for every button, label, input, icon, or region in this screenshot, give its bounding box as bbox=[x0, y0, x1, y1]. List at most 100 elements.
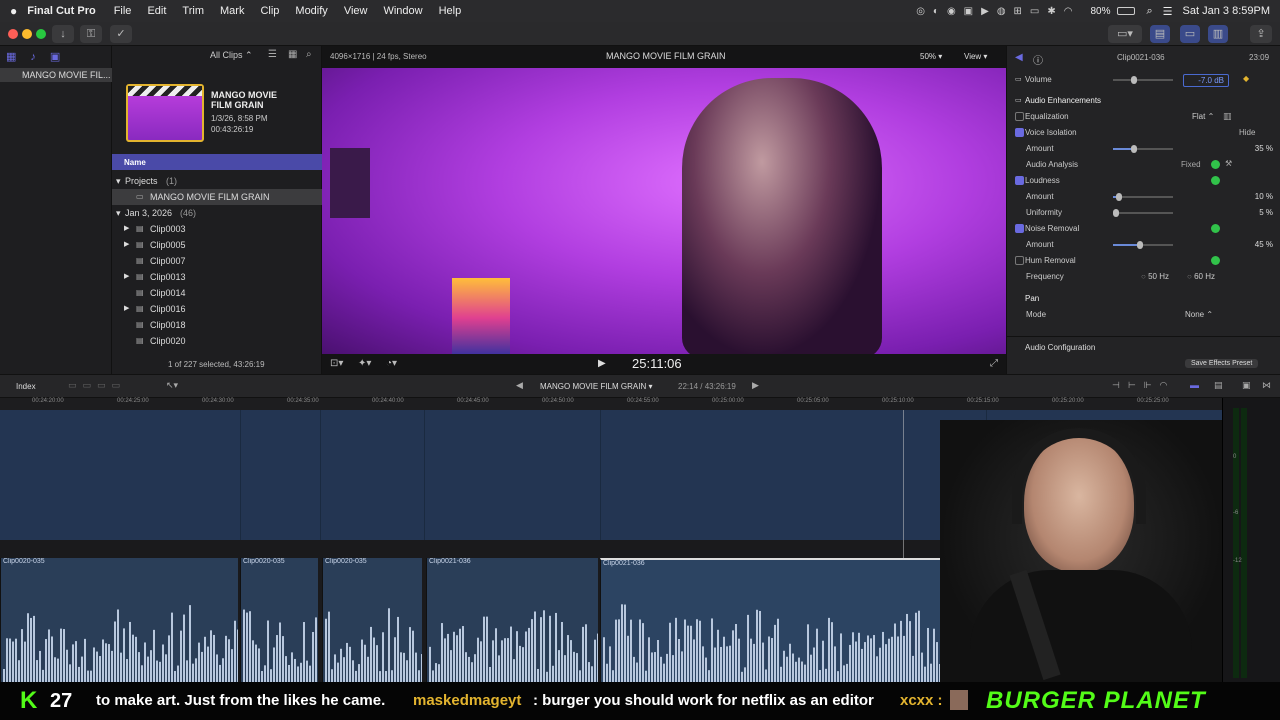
save-effects-preset-button[interactable]: Save Effects Preset bbox=[1185, 359, 1259, 368]
hide-button[interactable]: Hide bbox=[1239, 128, 1255, 137]
freq-50-option[interactable]: ○ 50 Hz bbox=[1141, 272, 1169, 281]
effects-browser-icon[interactable]: ▣ bbox=[1242, 380, 1251, 391]
menu-clip[interactable]: Clip bbox=[260, 5, 279, 17]
browser-clip-row[interactable]: ▶ ▤ Clip0013 bbox=[112, 269, 322, 285]
audio-tab-icon[interactable]: ◀ bbox=[1015, 52, 1023, 63]
projects-group[interactable]: ▾ Projects (1) bbox=[112, 173, 322, 189]
freq-60-option[interactable]: ○ 60 Hz bbox=[1187, 272, 1215, 281]
timeline-project-name[interactable]: MANGO MOVIE FILM GRAIN ▾ bbox=[540, 382, 652, 391]
menu-help[interactable]: Help bbox=[439, 5, 462, 17]
column-header-name[interactable]: Name bbox=[112, 154, 322, 170]
project-row[interactable]: ▭ MANGO MOVIE FILM GRAIN bbox=[112, 189, 322, 205]
skimming-icon[interactable]: ▬ bbox=[1190, 380, 1199, 390]
timeline-ruler[interactable]: 00:24:20:00 00:24:25:00 00:24:30:00 00:24:3… bbox=[0, 398, 1222, 410]
transform-tool-icon[interactable]: ⊡▾ bbox=[330, 358, 343, 369]
audio-enhancements-header[interactable]: ▭ Audio Enhancements bbox=[1015, 93, 1273, 109]
background-tasks-icon[interactable]: ✓ bbox=[110, 25, 132, 43]
zoom-window-button[interactable] bbox=[36, 29, 46, 39]
keyframe-icon[interactable]: ◆ bbox=[1243, 74, 1249, 83]
zoom-dropdown[interactable]: 50% ▾ bbox=[920, 52, 942, 61]
control-center-icon[interactable]: ☰ bbox=[1163, 5, 1173, 18]
uniformity-slider[interactable] bbox=[1113, 209, 1173, 217]
layout-toggle-icon[interactable]: ▤ bbox=[1150, 25, 1170, 43]
menu-modify[interactable]: Modify bbox=[295, 5, 327, 17]
search-icon[interactable]: ⌕ bbox=[306, 49, 312, 60]
audio-clip[interactable]: Clip0020-035 bbox=[0, 558, 238, 682]
battery-icon[interactable] bbox=[1116, 7, 1135, 15]
volume-value[interactable]: -7.0 dB bbox=[1183, 74, 1229, 87]
minimize-window-button[interactable] bbox=[22, 29, 32, 39]
status-icons[interactable]: ◎◐◉▣▶◍⊞▭✱◠ bbox=[916, 6, 1080, 17]
audio-clip[interactable]: Clip0021-036 bbox=[426, 558, 598, 682]
pan-mode-dropdown[interactable]: None ⌃ bbox=[1185, 310, 1213, 319]
select-tool-icon[interactable]: ↖▾ bbox=[166, 380, 178, 391]
enhancement-tool-icon[interactable]: ✦▾ bbox=[358, 358, 371, 369]
timeline-toggle-icon[interactable]: ▭ bbox=[1180, 25, 1200, 43]
voice-amount-value[interactable]: 35 % bbox=[1203, 144, 1273, 153]
menu-window[interactable]: Window bbox=[383, 5, 422, 17]
play-button[interactable]: ▶ bbox=[598, 358, 606, 369]
apple-icon[interactable]: ● bbox=[10, 4, 17, 18]
browser-clip-row[interactable]: ▶ ▤ Clip0005 bbox=[112, 237, 322, 253]
browser-clip-row[interactable]: ▤ Clip0018 bbox=[112, 317, 322, 333]
history-forward-icon[interactable]: ▶ bbox=[752, 380, 759, 391]
disclosure-icon[interactable]: ▶ bbox=[124, 304, 129, 312]
hum-removal-checkbox[interactable] bbox=[1015, 256, 1024, 265]
browser-clip-row[interactable]: ▶ ▤ Clip0003 bbox=[112, 221, 322, 237]
voice-amount-slider[interactable] bbox=[1113, 145, 1173, 153]
audio-clip[interactable]: Clip0021-036 bbox=[600, 558, 986, 682]
search-icon[interactable]: ⌕ bbox=[1147, 5, 1153, 18]
transitions-icon[interactable]: ⋈ bbox=[1262, 380, 1271, 391]
share-icon[interactable]: ⇪ bbox=[1250, 25, 1272, 43]
video-frame[interactable] bbox=[322, 68, 1006, 354]
disclosure-icon[interactable]: ▶ bbox=[124, 224, 129, 232]
loudness-amount-slider[interactable] bbox=[1113, 193, 1173, 201]
disclosure-icon[interactable]: ▶ bbox=[124, 272, 129, 280]
volume-slider[interactable] bbox=[1113, 76, 1173, 84]
library-tabs[interactable]: ▦♪▣ bbox=[6, 50, 74, 63]
noise-removal-checkbox[interactable] bbox=[1015, 224, 1024, 233]
list-view-icon[interactable]: ☰ bbox=[268, 49, 277, 60]
magic-wand-icon[interactable]: ⚒ bbox=[1225, 159, 1232, 168]
project-thumbnail[interactable] bbox=[126, 84, 204, 142]
info-tab-icon[interactable]: ⓘ bbox=[1033, 52, 1043, 67]
keyword-icon[interactable]: ⚿ bbox=[80, 25, 102, 43]
index-button[interactable]: Index bbox=[16, 382, 36, 391]
audio-clip[interactable]: Clip0020-035 bbox=[240, 558, 318, 682]
browser-clip-row[interactable]: ▶ ▤ Clip0016 bbox=[112, 301, 322, 317]
edit-tools-icon[interactable]: ▭▭▭▭ bbox=[68, 380, 126, 391]
browser-clip-row[interactable]: ▤ Clip0020 bbox=[112, 333, 322, 349]
menubar-clock[interactable]: Sat Jan 3 8:59PM bbox=[1183, 5, 1270, 17]
library-item[interactable]: MANGO MOVIE FIL... bbox=[0, 68, 112, 82]
close-window-button[interactable] bbox=[8, 29, 18, 39]
menu-file[interactable]: File bbox=[114, 5, 132, 17]
loudness-checkbox[interactable] bbox=[1015, 176, 1024, 185]
fullscreen-icon[interactable]: ⤢ bbox=[990, 358, 998, 369]
browser-clip-row[interactable]: ▤ Clip0014 bbox=[112, 285, 322, 301]
voice-isolation-checkbox[interactable] bbox=[1015, 128, 1024, 137]
view-menu[interactable]: View ▾ bbox=[964, 52, 987, 61]
noise-amount-value[interactable]: 45 % bbox=[1203, 240, 1273, 249]
eq-graph-icon[interactable]: ▥ bbox=[1223, 111, 1232, 122]
browser-clip-row[interactable]: ▤ Clip0007 bbox=[112, 253, 322, 269]
app-menu[interactable]: Final Cut Pro bbox=[27, 5, 95, 17]
timeline-controls-icons[interactable]: ⊣⊢⊩◠ bbox=[1112, 380, 1175, 391]
inspector-toggle-icon[interactable]: ▥ bbox=[1208, 25, 1228, 43]
workspace-menu-icon[interactable]: ▭▾ bbox=[1108, 25, 1142, 43]
audio-clip[interactable]: Clip0020-035 bbox=[322, 558, 422, 682]
loudness-amount-value[interactable]: 10 % bbox=[1203, 192, 1273, 201]
clip-filter-dropdown[interactable]: All Clips ⌃ bbox=[210, 50, 253, 61]
uniformity-value[interactable]: 5 % bbox=[1203, 208, 1273, 217]
menu-trim[interactable]: Trim bbox=[182, 5, 204, 17]
menu-mark[interactable]: Mark bbox=[220, 5, 244, 17]
import-icon[interactable]: ↓ bbox=[52, 25, 74, 43]
audio-configuration-label[interactable]: Audio Configuration bbox=[1025, 343, 1095, 352]
menu-edit[interactable]: Edit bbox=[147, 5, 166, 17]
history-back-icon[interactable]: ◀ bbox=[516, 380, 523, 391]
event-group[interactable]: ▾ Jan 3, 2026 (46) bbox=[112, 205, 322, 221]
menu-view[interactable]: View bbox=[344, 5, 368, 17]
disclosure-icon[interactable]: ▶ bbox=[124, 240, 129, 248]
playback-speed-icon[interactable]: ◔▾ bbox=[386, 358, 397, 369]
noise-amount-slider[interactable] bbox=[1113, 241, 1173, 249]
equalization-dropdown[interactable]: Flat ⌃ bbox=[1192, 112, 1214, 121]
